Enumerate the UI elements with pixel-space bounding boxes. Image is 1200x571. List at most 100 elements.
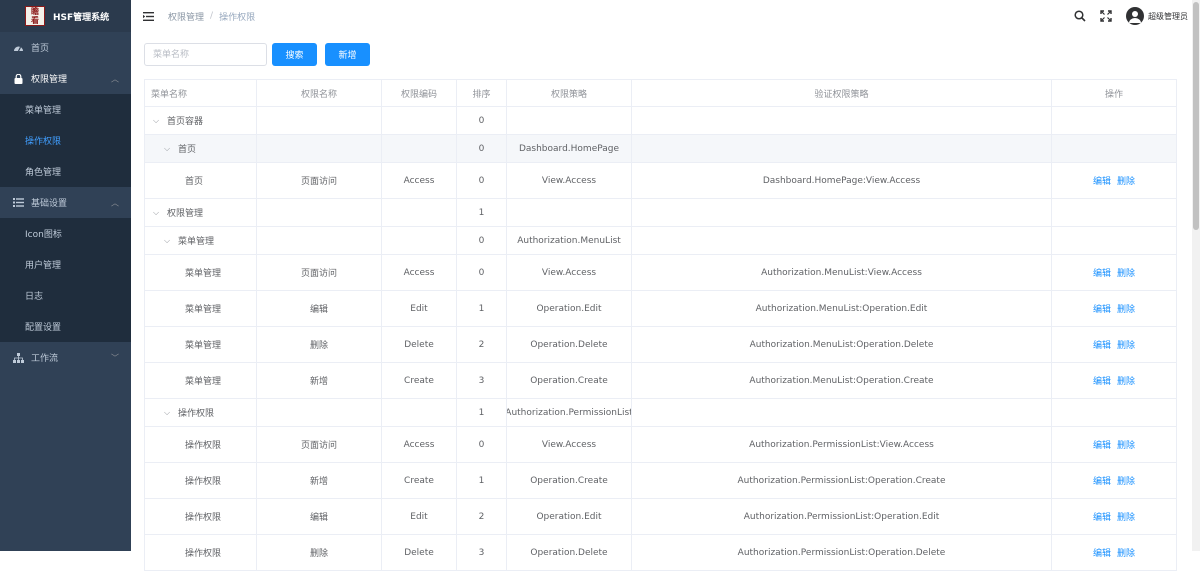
sidebar-item-icon[interactable]: Icon图标: [0, 218, 131, 249]
table-row[interactable]: 菜单管理 新增 Create 3 Operation.Create Authorizati…: [145, 363, 1176, 399]
sidebar-item-operation-permission[interactable]: 操作权限: [0, 125, 131, 156]
delete-link[interactable]: 删除: [1117, 438, 1135, 451]
menu-name: 菜单管理: [185, 269, 222, 279]
sidebar: 瞻 看 HSF管理系统 首页 权限管理 ︿ 菜单管理 操作权限 角色管理 基础设…: [0, 0, 131, 551]
user-menu[interactable]: 超级管理员: [1126, 7, 1188, 25]
expand-icon[interactable]: ⌵: [153, 208, 163, 218]
cell-order: 0: [457, 227, 507, 254]
cell-verify-policy: Authorization.MenuList:View.Access: [632, 255, 1052, 290]
logo-bar[interactable]: 瞻 看 HSF管理系统: [0, 0, 131, 32]
delete-link[interactable]: 删除: [1117, 474, 1135, 487]
edit-link[interactable]: 编辑: [1093, 546, 1111, 559]
cell-order: 3: [457, 535, 507, 570]
delete-link[interactable]: 删除: [1117, 302, 1135, 315]
menu-name-input[interactable]: [144, 43, 267, 66]
sidebar-item-menu-management[interactable]: 菜单管理: [0, 94, 131, 125]
expand-icon[interactable]: ⌵: [153, 116, 163, 126]
vertical-scrollbar[interactable]: [1192, 0, 1200, 551]
expand-icon[interactable]: ⌵: [164, 236, 174, 246]
sidebar-item-label: 菜单管理: [25, 106, 62, 116]
table-row[interactable]: ⌵ 首页容器 0: [145, 107, 1176, 135]
cell-verify-policy: Authorization.PermissionList:Operation.D…: [632, 535, 1052, 570]
sidebar-item-permission-management[interactable]: 权限管理 ︿: [0, 63, 131, 94]
sidebar-item-label: 工作流: [31, 354, 59, 364]
sidebar-item-role-management[interactable]: 角色管理: [0, 156, 131, 187]
search-icon[interactable]: [1074, 10, 1086, 22]
cell-order: 0: [457, 135, 507, 162]
cell-permission-code: Delete: [382, 327, 457, 362]
list-icon: [12, 198, 24, 207]
edit-link[interactable]: 编辑: [1093, 174, 1111, 187]
table-row[interactable]: ⌵ 操作权限 1 Authorization.PermissionList: [145, 399, 1176, 427]
edit-link[interactable]: 编辑: [1093, 338, 1111, 351]
cell-menu-name: ⌵ 首页容器: [145, 107, 257, 134]
cell-menu-name: 菜单管理: [145, 363, 257, 398]
delete-link[interactable]: 删除: [1117, 338, 1135, 351]
table-row[interactable]: ⌵ 菜单管理 0 Authorization.MenuList: [145, 227, 1176, 255]
cell-actions: 编辑 删除: [1052, 327, 1176, 362]
menu-name: 首页容器: [167, 117, 204, 127]
cell-verify-policy: [632, 199, 1052, 226]
table-row[interactable]: 操作权限 编辑 Edit 2 Operation.Edit Authorization.P…: [145, 499, 1176, 535]
right-menu: 超级管理员: [1060, 0, 1188, 32]
breadcrumb-item-permission-management[interactable]: 权限管理: [168, 10, 204, 23]
cell-policy: Operation.Delete: [507, 327, 632, 362]
cell-actions: 编辑 删除: [1052, 291, 1176, 326]
menu-name: 菜单管理: [185, 377, 222, 387]
delete-link[interactable]: 删除: [1117, 266, 1135, 279]
menu-name: 首页: [185, 177, 204, 187]
cell-order: 1: [457, 399, 507, 426]
cell-menu-name: 首页: [145, 163, 257, 198]
sidebar-item-config[interactable]: 配置设置: [0, 311, 131, 342]
edit-link[interactable]: 编辑: [1093, 438, 1111, 451]
table-row[interactable]: ⌵ 权限管理 1: [145, 199, 1176, 227]
sidebar-item-home[interactable]: 首页: [0, 32, 131, 63]
breadcrumb-item-operation-permission: 操作权限: [219, 12, 256, 23]
edit-link[interactable]: 编辑: [1093, 374, 1111, 387]
cell-verify-policy: Authorization.PermissionList:Operation.C…: [632, 463, 1052, 498]
table-row[interactable]: 操作权限 页面访问 Access 0 View.Access Authorization.…: [145, 427, 1176, 463]
sidebar-item-log[interactable]: 日志: [0, 280, 131, 311]
edit-link[interactable]: 编辑: [1093, 266, 1111, 279]
sitemap-icon: [12, 352, 24, 363]
column-header-order: 排序: [457, 80, 507, 106]
cell-permission-name: 编辑: [257, 291, 382, 326]
delete-link[interactable]: 删除: [1117, 374, 1135, 387]
edit-link[interactable]: 编辑: [1093, 474, 1111, 487]
cell-actions: [1052, 107, 1176, 134]
menu-name: 操作权限: [185, 513, 222, 523]
fullscreen-icon[interactable]: [1100, 10, 1112, 22]
expand-icon[interactable]: ⌵: [164, 408, 174, 418]
submenu-basic-settings: Icon图标 用户管理 日志 配置设置: [0, 218, 131, 342]
cell-permission-code: [382, 199, 457, 226]
table-row[interactable]: 菜单管理 删除 Delete 2 Operation.Delete Authorizati…: [145, 327, 1176, 363]
edit-link[interactable]: 编辑: [1093, 510, 1111, 523]
table-row[interactable]: 菜单管理 编辑 Edit 1 Operation.Edit Authorization.M…: [145, 291, 1176, 327]
table-row[interactable]: 操作权限 删除 Delete 3 Operation.Delete Authorizati…: [145, 535, 1176, 571]
edit-link[interactable]: 编辑: [1093, 302, 1111, 315]
cell-menu-name: ⌵ 权限管理: [145, 199, 257, 226]
table-row[interactable]: ⌵ 首页 0 Dashboard.HomePage: [145, 135, 1176, 163]
cell-permission-name: 页面访问: [257, 255, 382, 290]
cell-actions: 编辑 删除: [1052, 463, 1176, 498]
scrollbar-thumb[interactable]: [1193, 2, 1199, 230]
cell-menu-name: 菜单管理: [145, 291, 257, 326]
sidebar-item-workflow[interactable]: 工作流 ﹀: [0, 342, 131, 373]
delete-link[interactable]: 删除: [1117, 510, 1135, 523]
sidebar-item-user-management[interactable]: 用户管理: [0, 249, 131, 280]
sidebar-item-basic-settings[interactable]: 基础设置 ︿: [0, 187, 131, 218]
search-button[interactable]: 搜索: [272, 43, 317, 66]
cell-menu-name: ⌵ 操作权限: [145, 399, 257, 426]
table-row[interactable]: 首页 页面访问 Access 0 View.Access Dashboard.HomePa…: [145, 163, 1176, 199]
column-header-policy: 权限策略: [507, 80, 632, 106]
table-row[interactable]: 操作权限 新增 Create 1 Operation.Create Authorizati…: [145, 463, 1176, 499]
cell-menu-name: 操作权限: [145, 499, 257, 534]
breadcrumb-separator: /: [210, 11, 214, 21]
delete-link[interactable]: 删除: [1117, 546, 1135, 559]
hamburger-icon[interactable]: [143, 11, 155, 21]
delete-link[interactable]: 删除: [1117, 174, 1135, 187]
expand-icon[interactable]: ⌵: [164, 144, 174, 154]
cell-verify-policy: [632, 107, 1052, 134]
table-row[interactable]: 菜单管理 页面访问 Access 0 View.Access Authorization.…: [145, 255, 1176, 291]
add-button[interactable]: 新增: [325, 43, 370, 66]
